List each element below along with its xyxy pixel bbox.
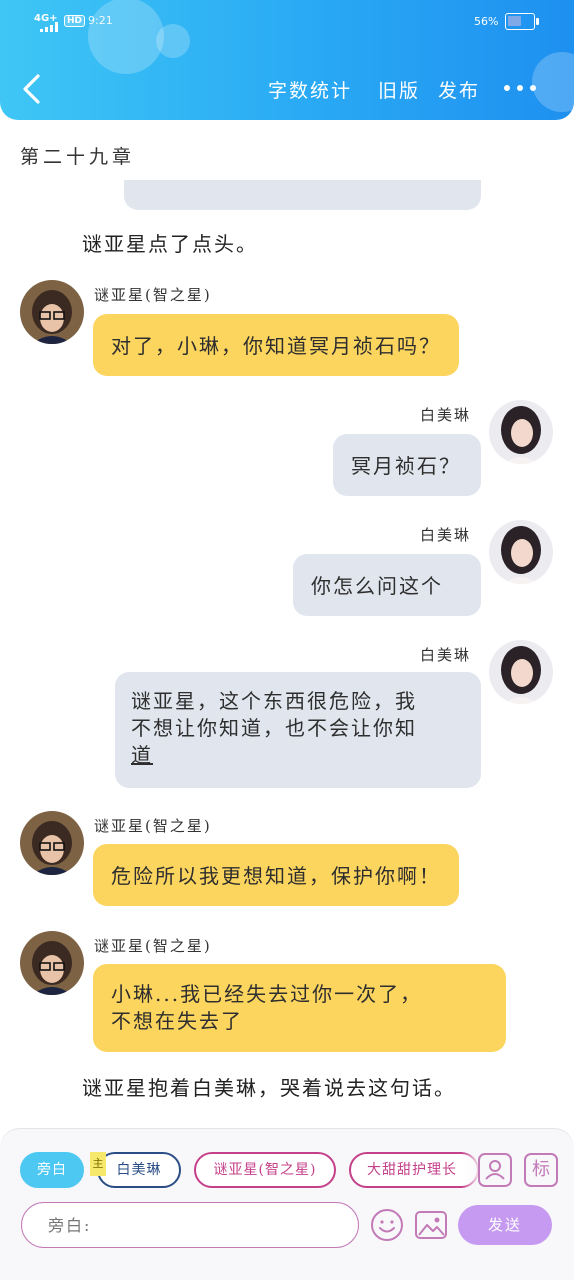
tag-icon: 标 [532, 1159, 550, 1180]
chat-area[interactable]: 谜亚星点了点头。 谜亚星(智之星) 对了，小琳，你知道冥月祯石吗？ 白美琳 冥月… [0, 180, 574, 1130]
sender-name: 白美琳 [420, 526, 472, 544]
message-bubble-left[interactable]: 小琳...我已经失去过你一次了， 不想在失去了 [93, 964, 506, 1052]
battery-percent: 56% [474, 15, 499, 28]
avatar-miyaxing[interactable] [20, 931, 84, 995]
clock: 9:21 [88, 14, 113, 27]
more-horizontal-icon [504, 85, 510, 91]
publish-link[interactable]: 发布 [438, 76, 480, 103]
avatar-image [489, 400, 553, 464]
signal-icon [40, 22, 60, 32]
image-button[interactable] [414, 1209, 448, 1241]
avatar-image [489, 640, 553, 704]
message-line: 谜亚星，这个东西很危险，我 [131, 689, 417, 713]
message-line: 不想让你知道，也不会让你知 [131, 716, 417, 740]
sender-name: 白美琳 [420, 646, 472, 664]
sender-name: 白美琳 [420, 406, 472, 424]
more-dot [517, 85, 523, 91]
sender-name: 谜亚星(智之星) [94, 817, 212, 835]
message-bubble-right[interactable]: 谜亚星，这个东西很危险，我 不想让你知道，也不会让你知 道 [115, 672, 481, 788]
avatar-baimeilin[interactable] [489, 520, 553, 584]
top-header: 4G+ HD 9:21 56% 字数统计 旧版 发布 [0, 0, 574, 120]
avatar-image [20, 931, 84, 995]
status-bar: 4G+ HD 9:21 56% [0, 10, 574, 34]
old-version-link[interactable]: 旧版 [378, 76, 420, 103]
narration-text: 谜亚星点了点头。 [82, 232, 258, 256]
chevron-left-icon [23, 74, 40, 104]
message-bubble-left[interactable]: 对了，小琳，你知道冥月祯石吗？ [93, 314, 459, 376]
message-bubble-right[interactable]: 冥月祯石？ [333, 434, 481, 496]
avatar-image [20, 280, 84, 344]
avatar-image [489, 520, 553, 584]
sender-name: 谜亚星(智之星) [94, 286, 212, 304]
word-count-link[interactable]: 字数统计 [268, 76, 352, 103]
avatar-miyaxing[interactable] [20, 280, 84, 344]
narration-text: 谜亚星抱着白美琳，哭着说去这句话。 [82, 1076, 456, 1100]
message-line: 小琳...我已经失去过你一次了， [111, 982, 423, 1006]
manage-roles-button[interactable] [478, 1153, 512, 1187]
composer-panel: 旁白 白美琳 主 谜亚星(智之星) 大甜甜护理长 标 发送 [0, 1128, 574, 1280]
previous-message-bubble [124, 180, 481, 210]
message-input[interactable] [21, 1202, 359, 1248]
role-chip-miyaxing[interactable]: 谜亚星(智之星) [194, 1152, 336, 1188]
battery-tip [536, 18, 539, 25]
main-role-tag: 主 [90, 1152, 106, 1176]
back-button[interactable] [18, 72, 46, 106]
image-icon [415, 1211, 447, 1239]
role-chip-baimeilin[interactable]: 白美琳 [97, 1152, 181, 1188]
more-button[interactable] [502, 78, 538, 98]
battery-icon [505, 13, 535, 30]
avatar-miyaxing[interactable] [20, 811, 84, 875]
avatar-image [20, 811, 84, 875]
emoji-icon [371, 1209, 403, 1241]
role-chip-datiantian[interactable]: 大甜甜护理长 [349, 1152, 479, 1188]
chapter-title: 第二十九章 [20, 146, 136, 168]
more-dot [530, 85, 536, 91]
user-card-icon [485, 1160, 505, 1180]
hd-badge: HD [64, 15, 86, 27]
avatar-baimeilin[interactable] [489, 640, 553, 704]
avatar-baimeilin[interactable] [489, 400, 553, 464]
battery-fill [508, 16, 521, 26]
role-chip-narration[interactable]: 旁白 [20, 1152, 84, 1188]
decor-bubble-right [532, 52, 574, 112]
send-button[interactable]: 发送 [458, 1205, 552, 1245]
message-bubble-right[interactable]: 你怎么问这个 [293, 554, 481, 616]
emoji-button[interactable] [370, 1208, 404, 1242]
message-bubble-left[interactable]: 危险所以我更想知道，保护你啊！ [93, 844, 459, 906]
sender-name: 谜亚星(智之星) [94, 937, 212, 955]
message-line: 道 [131, 743, 153, 767]
message-line: 不想在失去了 [111, 1009, 243, 1033]
tag-button[interactable]: 标 [524, 1153, 558, 1187]
